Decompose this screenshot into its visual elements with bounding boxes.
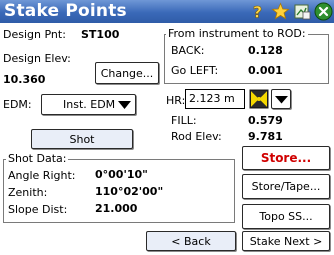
shot-data-group-label: Shot Data: [6,152,69,165]
fill-value: 0.579 [248,114,283,127]
help-icon[interactable]: ? [248,2,267,21]
back-label: BACK: [171,44,205,57]
edm-select[interactable]: Inst. EDM [41,94,136,115]
chevron-down-icon [118,101,131,109]
window-title: Stake Points [4,1,127,21]
rod-elev-label: Rod Elev: [171,130,222,143]
change-button[interactable]: Change... [95,62,159,84]
hr-dropdown-button[interactable] [271,89,291,109]
zenith-value: 110°02'00" [95,185,164,198]
target-icon[interactable] [249,89,269,109]
chevron-down-icon [275,96,288,104]
topo-ss-button[interactable]: Topo SS... [242,204,330,229]
fill-label: FILL: [171,114,197,127]
go-left-label: Go LEFT: [171,64,219,77]
design-point-value: ST100 [81,28,120,41]
shot-button[interactable]: Shot [31,129,133,149]
rod-offset-group-label: From instrument to ROD: [166,27,308,40]
design-elev-label: Design Elev: [3,52,71,65]
back-value: 0.128 [248,44,283,57]
slope-dist-label: Slope Dist: [8,203,68,216]
edm-label: EDM: [3,98,32,111]
design-elev-value: 10.360 [3,73,46,86]
slope-dist-value: 21.000 [95,202,138,215]
rod-elev-value: 9.781 [248,130,283,143]
zenith-label: Zenith: [8,186,48,199]
design-point-label: Design Pnt: [3,28,66,41]
favorite-star-icon[interactable] [271,2,290,21]
edm-selected-value: Inst. EDM [63,98,116,111]
map-view-icon[interactable] [293,2,312,21]
angle-right-value: 0°00'10" [95,168,148,181]
hr-input[interactable]: 2.123 m [185,89,245,109]
close-icon[interactable] [314,2,333,21]
stake-next-button[interactable]: Stake Next > [242,231,330,251]
angle-right-label: Angle Right: [8,169,76,182]
hr-label: HR: [166,94,186,107]
svg-text:?: ? [253,3,262,22]
title-bar: Stake Points ? [0,0,334,23]
go-left-value: 0.001 [248,64,283,77]
store-tape-button[interactable]: Store/Tape... [242,174,330,199]
store-button[interactable]: Store... [242,146,330,170]
back-button[interactable]: < Back [146,231,236,251]
